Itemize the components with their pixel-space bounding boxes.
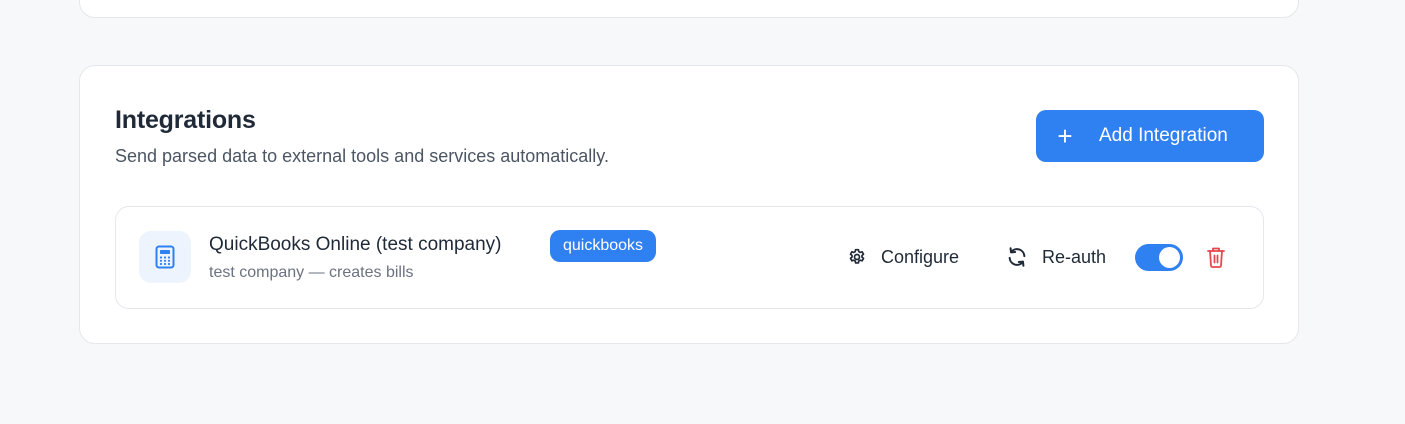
section-subtitle: Send parsed data to external tools and s… — [115, 146, 609, 166]
add-integration-button[interactable]: + Add Integration — [1036, 110, 1264, 162]
toggle-knob — [1159, 247, 1180, 268]
trash-icon[interactable] — [1206, 246, 1226, 273]
integration-type-badge: quickbooks — [550, 230, 657, 262]
integration-row: QuickBooks Online (test company) quickbo… — [115, 206, 1264, 309]
add-integration-label: Add Integration — [1099, 125, 1228, 146]
integration-name: QuickBooks Online (test company) — [209, 234, 502, 255]
plus-icon: + — [1057, 121, 1073, 151]
configure-button[interactable]: Configure — [847, 242, 959, 272]
reauth-label: Re-auth — [1042, 246, 1107, 267]
integrations-card: Integrations Send parsed data to externa… — [79, 65, 1299, 344]
refresh-icon — [1006, 246, 1028, 268]
reauth-button[interactable]: Re-auth — [1006, 242, 1106, 272]
previous-card — [79, 0, 1299, 18]
enabled-toggle[interactable] — [1135, 244, 1183, 271]
section-title: Integrations — [115, 106, 256, 134]
configure-label: Configure — [881, 246, 960, 267]
gear-icon — [847, 247, 867, 267]
calculator-icon — [139, 231, 191, 283]
integration-description: test company — creates bills — [209, 264, 414, 281]
